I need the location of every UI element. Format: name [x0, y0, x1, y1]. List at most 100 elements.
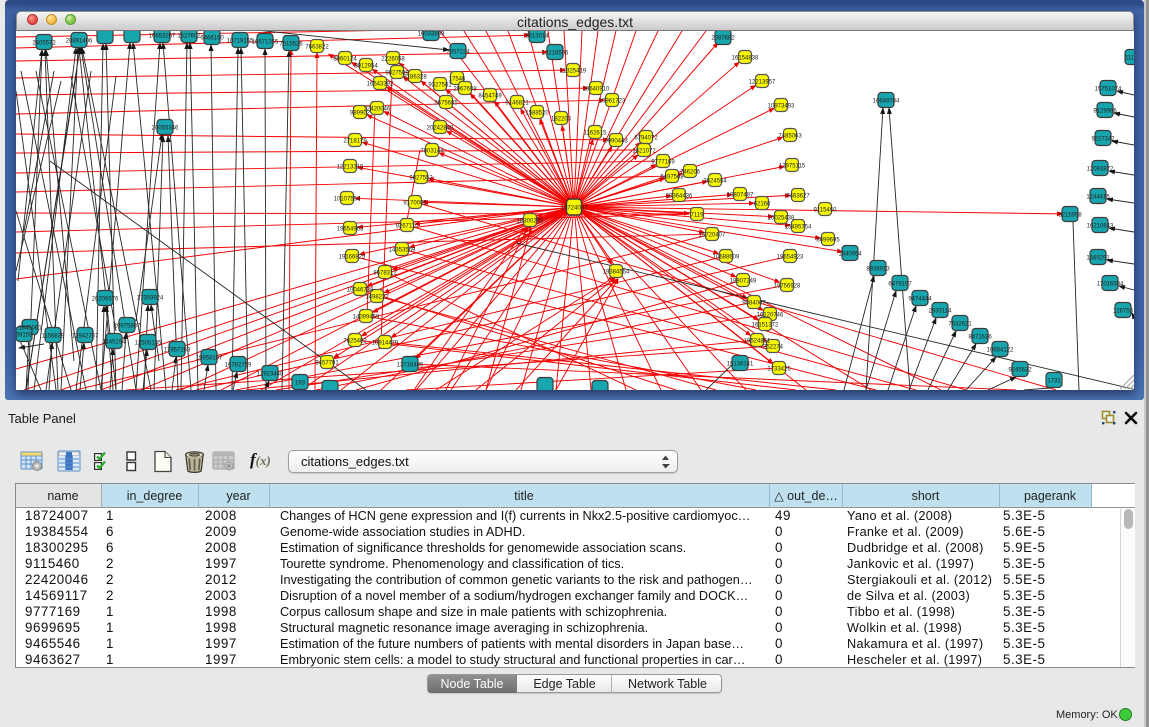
- svg-text:746206: 746206: [680, 170, 701, 176]
- svg-text:20891406: 20891406: [66, 39, 93, 45]
- svg-text:1640954: 1640954: [838, 252, 862, 258]
- svg-text:15751074: 15751074: [1095, 87, 1122, 93]
- svg-text:17957263: 17957263: [164, 348, 191, 354]
- svg-text:2405572: 2405572: [32, 41, 56, 47]
- svg-text:9777169: 9777169: [651, 160, 675, 166]
- svg-text:10688609: 10688609: [713, 255, 740, 261]
- svg-text:11124: 11124: [1125, 56, 1134, 62]
- svg-text:6479197: 6479197: [888, 282, 912, 288]
- svg-text:10719155: 10719155: [227, 39, 254, 45]
- svg-text:9827552: 9827552: [409, 176, 433, 182]
- svg-text:9115460: 9115460: [814, 208, 838, 214]
- svg-text:9457791: 9457791: [315, 361, 339, 367]
- svg-text:9227342: 9227342: [1091, 137, 1115, 143]
- svg-text:9463627: 9463627: [786, 194, 810, 200]
- svg-text:8990443: 8990443: [604, 139, 628, 145]
- svg-text:10961723: 10961723: [599, 99, 626, 105]
- svg-text:12975115: 12975115: [779, 164, 806, 170]
- svg-text:12942757: 12942757: [72, 334, 99, 340]
- svg-text:18807249: 18807249: [730, 279, 757, 285]
- svg-text:1733426: 1733426: [767, 367, 791, 373]
- svg-text:8938913: 8938913: [866, 267, 890, 273]
- svg-text:19654963: 19654963: [337, 227, 364, 233]
- svg-text:18640910: 18640910: [583, 87, 610, 93]
- svg-text:16120746: 16120746: [757, 313, 784, 319]
- svg-text:7663822: 7663822: [305, 45, 329, 51]
- svg-text:8578312: 8578312: [373, 271, 397, 277]
- svg-text:16033809: 16033809: [418, 32, 445, 38]
- svg-text:19384554: 19384554: [603, 270, 630, 276]
- svg-text:2226058: 2226058: [381, 57, 405, 63]
- svg-text:9170005: 9170005: [403, 201, 427, 207]
- svg-text:3675685: 3675685: [434, 101, 458, 107]
- svg-text:20364436: 20364436: [666, 194, 693, 200]
- svg-text:1527602: 1527602: [177, 34, 201, 40]
- svg-text:3624554: 3624554: [703, 179, 727, 185]
- svg-text:252274: 252274: [763, 345, 784, 351]
- svg-text:16782759: 16782759: [225, 363, 252, 369]
- svg-text:8471636: 8471636: [968, 335, 992, 341]
- svg-text:12505135: 12505135: [135, 341, 162, 347]
- svg-text:18724007: 18724007: [561, 206, 588, 212]
- svg-text:7485063: 7485063: [778, 134, 802, 140]
- svg-text:2718179: 2718179: [343, 139, 367, 145]
- svg-text:20242848: 20242848: [427, 126, 454, 132]
- svg-text:15136141: 15136141: [727, 362, 754, 368]
- svg-text:12213957: 12213957: [749, 80, 776, 86]
- svg-text:8186328: 8186328: [403, 75, 427, 81]
- svg-text:1162615: 1162615: [584, 131, 608, 137]
- svg-text:1569291: 1569291: [1086, 256, 1110, 262]
- svg-text:15495754: 15495754: [785, 225, 812, 231]
- svg-text:20975887: 20975887: [114, 324, 141, 330]
- svg-text:193: 193: [295, 381, 306, 387]
- svg-text:16154838: 16154838: [732, 56, 759, 62]
- svg-text:19958107: 19958107: [196, 356, 223, 362]
- svg-text:9327501: 9327501: [428, 83, 452, 89]
- svg-text:7857224: 7857224: [446, 50, 470, 56]
- svg-text:39159: 39159: [16, 333, 33, 339]
- svg-text:10025438: 10025438: [768, 216, 795, 222]
- svg-text:16543392: 16543392: [367, 82, 394, 88]
- svg-text:16151372: 16151372: [752, 323, 779, 329]
- svg-text:1145194: 1145194: [103, 340, 127, 346]
- svg-text:10807487: 10807487: [727, 193, 754, 199]
- svg-text:989902: 989902: [350, 111, 371, 117]
- svg-text:2087682: 2087682: [711, 36, 735, 42]
- svg-text:8454749: 8454749: [478, 94, 502, 100]
- svg-text:7632621: 7632621: [948, 322, 972, 328]
- svg-text:19654923: 19654923: [777, 255, 804, 261]
- svg-text:13716485: 13716485: [397, 363, 424, 369]
- svg-text:13218506: 13218506: [542, 51, 569, 57]
- svg-text:16210643: 16210643: [1087, 224, 1114, 230]
- svg-text:17359924: 17359924: [137, 296, 164, 302]
- svg-text:17016504: 17016504: [1097, 282, 1124, 288]
- svg-text:6794072: 6794072: [634, 136, 658, 142]
- svg-text:9146821: 9146821: [505, 101, 529, 107]
- svg-text:14353569: 14353569: [389, 248, 416, 254]
- svg-text:182203: 182203: [551, 117, 572, 123]
- svg-text:16648784: 16648784: [873, 99, 900, 105]
- svg-text:3215958: 3215958: [1058, 213, 1082, 219]
- svg-text:10973493: 10973493: [768, 104, 795, 110]
- svg-text:15720407: 15720407: [699, 233, 726, 239]
- svg-text:6466160: 6466160: [200, 36, 224, 42]
- svg-text:126753: 126753: [1113, 309, 1134, 315]
- svg-text:19166825: 19166825: [339, 255, 366, 261]
- svg-text:20206576: 20206576: [92, 297, 119, 303]
- svg-text:7119: 7119: [691, 213, 705, 219]
- svg-text:12213319: 12213319: [337, 165, 364, 171]
- svg-text:8813014: 8813014: [525, 34, 549, 40]
- svg-text:9474444: 9474444: [908, 297, 932, 303]
- svg-text:1588520: 1588520: [525, 111, 549, 117]
- svg-text:7625402: 7625402: [343, 339, 367, 345]
- svg-text:9384067: 9384067: [742, 301, 766, 307]
- svg-text:8860124: 8860124: [333, 57, 357, 63]
- svg-text:8912954: 8912954: [354, 64, 378, 70]
- svg-text:10914479: 10914479: [372, 341, 399, 347]
- svg-text:10654122: 10654122: [987, 348, 1014, 354]
- svg-text:1498222: 1498222: [365, 295, 389, 301]
- svg-text:7515526: 7515526: [279, 42, 303, 48]
- svg-text:2967608: 2967608: [453, 87, 477, 93]
- svg-text:9129966: 9129966: [1093, 109, 1117, 115]
- svg-text:1731: 1731: [1047, 379, 1061, 385]
